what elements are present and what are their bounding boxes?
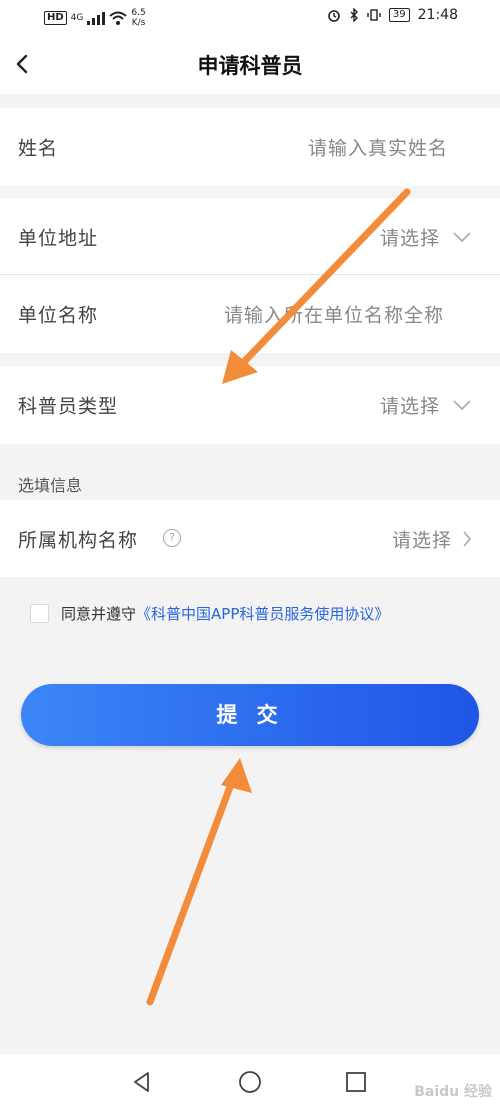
speed-value: 6.5 (131, 8, 146, 18)
vibrate-icon (367, 9, 381, 21)
system-nav-bar: Baidu 经验 (0, 1054, 500, 1111)
alarm-icon (328, 10, 340, 22)
chevron-down-icon (453, 231, 471, 242)
chevron-right-icon (463, 530, 472, 547)
page-title: 申请科普员 (197, 54, 303, 78)
unit-address-select[interactable]: 请选择 (380, 223, 440, 250)
top-nav-bar: 申请科普员 (0, 36, 500, 94)
signal-icon (87, 12, 106, 25)
hd-badge: HD (44, 11, 67, 25)
bluetooth-icon (350, 8, 358, 22)
type-select[interactable]: 请选择 (380, 392, 440, 419)
unit-name-input[interactable]: 请输入所在单位名称全称 (224, 301, 444, 328)
status-bar-right: 39 21:48 (327, 7, 458, 23)
nav-home-icon[interactable] (238, 1070, 262, 1094)
speed-unit: K/s (131, 18, 146, 28)
agreement-checkbox[interactable] (30, 604, 49, 623)
watermark: Baidu 经验 (414, 1084, 492, 1100)
agreement-row: 同意并遵守 《科普中国APP科普员服务使用协议》 (30, 603, 389, 624)
status-bar: HD 4G 6.5 K/s 39 21:48 (0, 0, 500, 36)
name-input[interactable]: 请输入真实姓名 (308, 134, 448, 161)
network-speed: 6.5 K/s (131, 8, 145, 28)
wifi-icon (109, 11, 128, 25)
unit-name-label: 单位名称 (18, 304, 99, 327)
name-row[interactable]: 姓名 请输入真实姓名 (0, 108, 500, 186)
status-bar-left: HD 4G 6.5 K/s (44, 8, 146, 28)
agreement-link[interactable]: 《科普中国APP科普员服务使用协议》 (136, 603, 389, 624)
battery-indicator: 39 (388, 8, 410, 22)
unit-name-row[interactable]: 单位名称 请输入所在单位名称全称 (0, 275, 500, 353)
org-name-row[interactable]: 所属机构名称 请选择 (0, 500, 500, 577)
unit-address-row[interactable]: 单位地址 请选择 (0, 198, 500, 275)
type-row[interactable]: 科普员类型 请选择 (0, 366, 500, 444)
clock: 21:48 (417, 7, 458, 23)
org-name-select[interactable]: 请选择 (392, 525, 452, 552)
arrow-bottom (146, 758, 252, 1006)
chevron-down-icon (453, 400, 471, 411)
type-label: 科普员类型 (18, 395, 119, 418)
nav-recents-icon[interactable] (344, 1070, 368, 1094)
network-label: 4G (70, 13, 84, 23)
name-label: 姓名 (18, 137, 59, 160)
help-icon[interactable]: ? (163, 529, 181, 547)
agreement-prefix: 同意并遵守 (61, 605, 137, 623)
optional-section-title: 选填信息 (18, 476, 83, 495)
submit-button[interactable]: 提 交 (21, 684, 479, 746)
unit-address-label: 单位地址 (18, 227, 99, 249)
org-name-label: 所属机构名称 (18, 529, 139, 551)
nav-back-icon[interactable] (130, 1070, 154, 1094)
